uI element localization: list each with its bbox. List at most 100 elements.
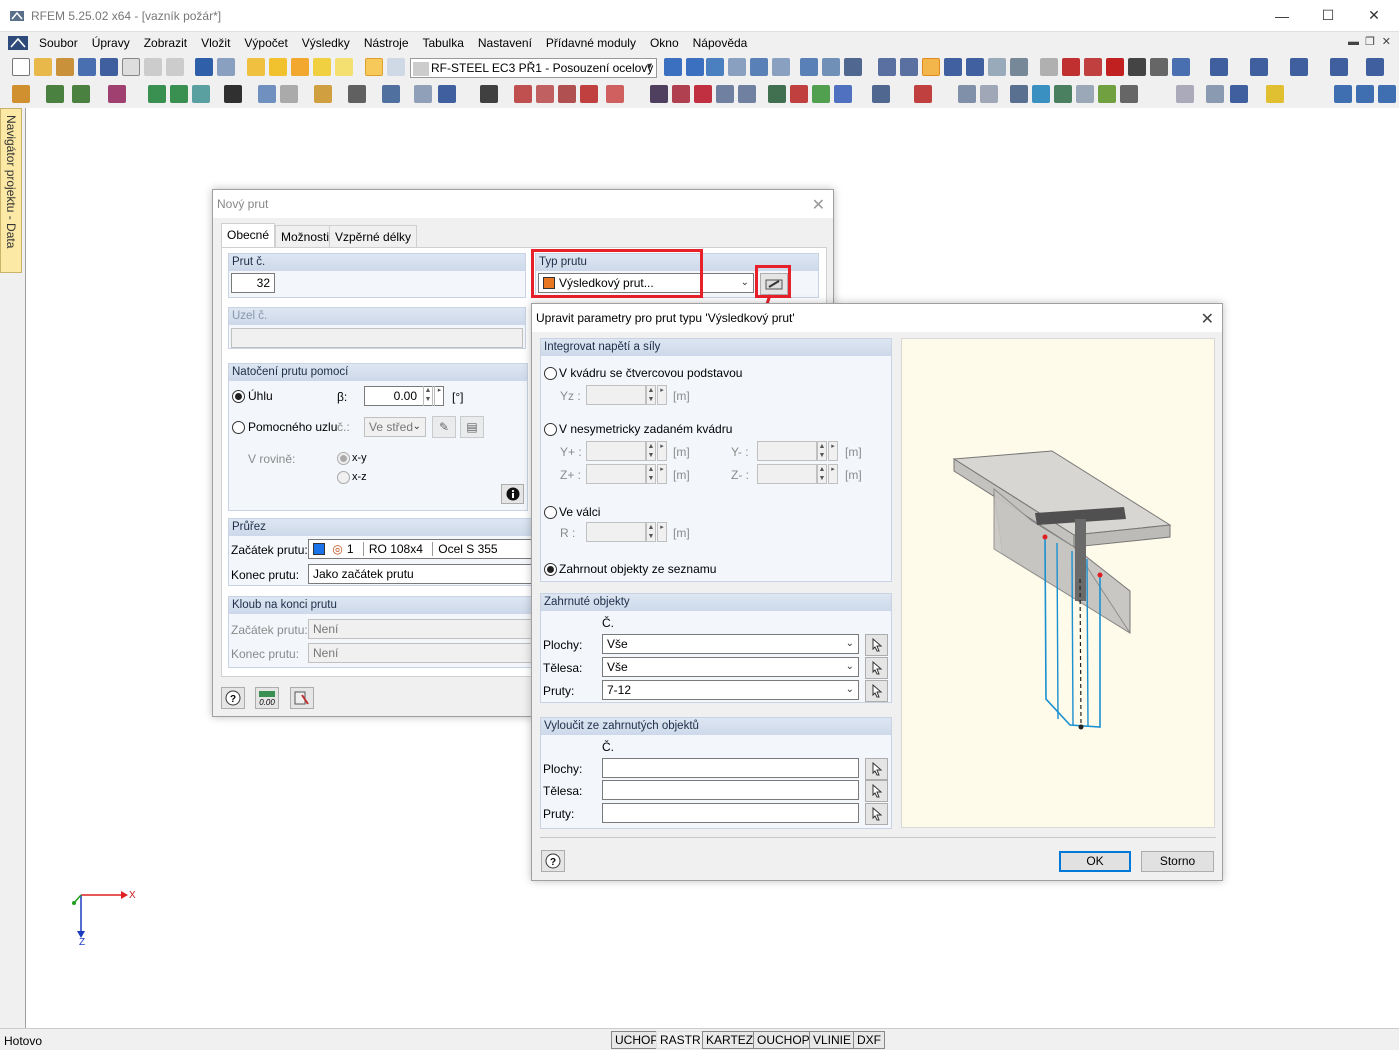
undo-icon[interactable]: [195, 58, 213, 76]
next-icon[interactable]: [686, 58, 704, 76]
pick-included-surfaces-button[interactable]: [865, 634, 888, 656]
export3-icon[interactable]: [1378, 85, 1396, 103]
menu-napoveda[interactable]: Nápověda: [686, 36, 755, 50]
numbering-icon[interactable]: [480, 85, 498, 103]
load-combo-icon[interactable]: [192, 85, 210, 103]
rotate-icon[interactable]: [966, 58, 984, 76]
mirror-icon[interactable]: [1084, 58, 1102, 76]
menu-soubor[interactable]: Soubor: [32, 36, 85, 50]
objects-list-radio[interactable]: [544, 563, 557, 576]
undo-view-icon[interactable]: [1230, 85, 1248, 103]
filter-icon[interactable]: [438, 85, 456, 103]
support-line-icon[interactable]: [224, 85, 242, 103]
axis-x-icon[interactable]: [790, 85, 808, 103]
hinge-icon[interactable]: [280, 85, 298, 103]
mdi-minimize-icon[interactable]: ▬: [1348, 36, 1359, 48]
print-icon[interactable]: [144, 58, 162, 76]
square-cuboid-radio[interactable]: [544, 367, 557, 380]
tab-obecne[interactable]: Obecné: [221, 223, 276, 247]
member-no-input[interactable]: 32: [231, 273, 275, 293]
toggle-kartez[interactable]: KARTEZ: [702, 1031, 758, 1049]
excluded-surfaces-input[interactable]: [602, 758, 859, 778]
result-help-button[interactable]: ?: [541, 850, 565, 872]
node-icon[interactable]: [12, 85, 30, 103]
member-active-icon[interactable]: [922, 58, 940, 76]
copy-model-icon[interactable]: [988, 58, 1006, 76]
plane-icon[interactable]: [1032, 85, 1050, 103]
ok-button[interactable]: OK: [1059, 851, 1131, 872]
toggle-rastr[interactable]: RASTR: [656, 1031, 705, 1049]
graphic-icon[interactable]: [914, 85, 932, 103]
line-icon[interactable]: [46, 85, 64, 103]
open-folder-icon[interactable]: [34, 58, 52, 76]
included-members-select[interactable]: 7-12 ⌄: [602, 680, 859, 700]
cube-icon[interactable]: [414, 85, 432, 103]
axes-icon[interactable]: [768, 85, 786, 103]
iso-view-icon[interactable]: [716, 85, 734, 103]
mesh-icon[interactable]: [878, 58, 896, 76]
menu-tabulka[interactable]: Tabulka: [416, 36, 471, 50]
new-member-close-icon[interactable]: ✕: [812, 195, 825, 215]
ruler-icon[interactable]: [1010, 85, 1028, 103]
new-file-icon[interactable]: [12, 58, 30, 76]
section-icon[interactable]: [844, 58, 862, 76]
surface-icon[interactable]: [108, 85, 126, 103]
document-icon[interactable]: [8, 36, 28, 50]
render-icon[interactable]: [872, 85, 890, 103]
values-icon[interactable]: [728, 58, 746, 76]
navigator-tab[interactable]: Navigátor projektu - Data: [0, 108, 22, 273]
minimize-button[interactable]: —: [1259, 0, 1305, 31]
menu-vlozit[interactable]: Vložit: [194, 36, 237, 50]
set-icon[interactable]: [382, 85, 400, 103]
save-icon[interactable]: [100, 58, 118, 76]
previous-icon[interactable]: [664, 58, 682, 76]
units-button[interactable]: 0.00: [255, 687, 279, 709]
toggle-icon[interactable]: [1128, 58, 1146, 76]
menu-nastroje[interactable]: Nástroje: [357, 36, 416, 50]
module-combo[interactable]: RF-STEEL EC3 PŘ1 - Posouzení ocelový ▾: [410, 58, 657, 78]
solid-icon[interactable]: [348, 85, 366, 103]
menu-nastaveni[interactable]: Nastavení: [471, 36, 539, 50]
toggle-vlinie[interactable]: VLINIE: [809, 1031, 856, 1049]
result-section-icon[interactable]: [536, 85, 554, 103]
view2-icon[interactable]: [1250, 58, 1268, 76]
toggle-ouchop[interactable]: OUCHOP: [753, 1031, 814, 1049]
beta-step-icon[interactable]: ▸: [434, 386, 444, 406]
display-icon[interactable]: [1290, 58, 1308, 76]
pick-excluded-surfaces-button[interactable]: [865, 758, 888, 780]
help-button[interactable]: ?: [221, 687, 245, 709]
shape-icon[interactable]: [1076, 85, 1094, 103]
delete-icon[interactable]: [1106, 58, 1124, 76]
excluded-members-input[interactable]: [602, 803, 859, 823]
display3-icon[interactable]: [1366, 58, 1384, 76]
redo-icon[interactable]: [217, 58, 235, 76]
cylinder-radio[interactable]: [544, 506, 557, 519]
menu-vysledky[interactable]: Výsledky: [295, 36, 357, 50]
check-mark-icon[interactable]: [1266, 85, 1284, 103]
section-start-select[interactable]: ◎ 1 RO 108x4 Ocel S 355: [308, 539, 534, 559]
menu-upravy[interactable]: Úpravy: [85, 36, 137, 50]
animation-icon[interactable]: [800, 58, 818, 76]
pick-included-members-button[interactable]: [865, 680, 888, 702]
included-solids-select[interactable]: Vše ⌄: [602, 657, 859, 677]
asym-cuboid-radio[interactable]: [544, 423, 557, 436]
included-surfaces-select[interactable]: Vše ⌄: [602, 634, 859, 654]
print-preview-icon[interactable]: [166, 58, 184, 76]
result-extra-icon[interactable]: [606, 85, 624, 103]
search-zoom-icon[interactable]: [269, 58, 287, 76]
result-table-icon[interactable]: [558, 85, 576, 103]
copy-icon[interactable]: [122, 58, 140, 76]
dimension-icon[interactable]: [822, 58, 840, 76]
result-beam-close-icon[interactable]: ✕: [1201, 309, 1214, 329]
view-icon[interactable]: [1210, 58, 1228, 76]
export2-icon[interactable]: [1356, 85, 1374, 103]
axis-y-icon[interactable]: [812, 85, 830, 103]
excluded-solids-input[interactable]: [602, 780, 859, 800]
mdi-restore-icon[interactable]: ❐: [1365, 35, 1375, 48]
rotation-angle-radio[interactable]: [232, 390, 245, 403]
beta-spin-icon[interactable]: ▲ ▼: [423, 386, 433, 406]
tab-vzperne-delky[interactable]: Vzpěrné délky: [329, 225, 418, 247]
menu-okno[interactable]: Okno: [643, 36, 686, 50]
search-error-icon[interactable]: [672, 85, 690, 103]
opening-icon[interactable]: [314, 85, 332, 103]
